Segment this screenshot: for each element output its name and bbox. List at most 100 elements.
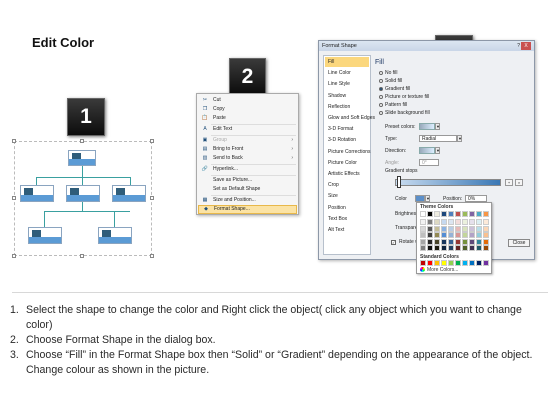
menu-item-group[interactable]: ▣ Group › bbox=[198, 136, 297, 145]
rotate-checkbox[interactable]: ✓ bbox=[391, 239, 396, 245]
resize-handle[interactable] bbox=[12, 254, 16, 258]
menu-item-size-and-position[interactable]: ▦ Size and Position... bbox=[198, 196, 297, 205]
color-swatch[interactable] bbox=[476, 245, 482, 251]
resize-handle[interactable] bbox=[150, 254, 154, 258]
color-swatch[interactable] bbox=[462, 225, 468, 232]
color-swatch[interactable] bbox=[469, 232, 475, 238]
color-swatch[interactable] bbox=[469, 219, 475, 225]
color-swatch[interactable] bbox=[427, 245, 433, 251]
menu-item-copy[interactable]: ❐ Copy bbox=[198, 105, 297, 114]
color-swatch[interactable] bbox=[476, 219, 482, 225]
nav-position[interactable]: Position bbox=[325, 203, 369, 213]
color-swatch[interactable] bbox=[462, 238, 468, 245]
color-swatch[interactable] bbox=[441, 211, 447, 217]
color-swatch[interactable] bbox=[455, 238, 461, 245]
color-swatch[interactable] bbox=[427, 232, 433, 238]
color-swatch[interactable] bbox=[420, 211, 426, 217]
org-box-right[interactable] bbox=[112, 185, 146, 202]
color-swatch[interactable] bbox=[420, 219, 426, 225]
org-box-middle[interactable] bbox=[66, 185, 100, 202]
radio-gradient-fill[interactable]: Gradient fill bbox=[379, 86, 410, 92]
chevron-down-icon[interactable]: ▼ bbox=[435, 147, 440, 154]
radio-dot[interactable] bbox=[379, 87, 383, 91]
menu-item-cut[interactable]: ✂ Cut bbox=[198, 96, 297, 105]
nav-crop[interactable]: Crop bbox=[325, 180, 369, 190]
color-swatch[interactable] bbox=[448, 245, 454, 251]
color-swatch[interactable] bbox=[455, 219, 461, 225]
color-swatch[interactable] bbox=[483, 245, 489, 251]
resize-handle[interactable] bbox=[12, 196, 16, 200]
color-swatch[interactable] bbox=[483, 232, 489, 238]
menu-item-bring-to-front[interactable]: ▤ Bring to Front › bbox=[198, 145, 297, 154]
color-swatch[interactable] bbox=[448, 211, 454, 217]
color-swatch[interactable] bbox=[427, 211, 433, 217]
radio-dot[interactable] bbox=[379, 95, 383, 99]
nav-3-d-format[interactable]: 3-D Format bbox=[325, 124, 369, 134]
menu-item-hyperlink[interactable]: 🔗 Hyperlink... bbox=[198, 165, 297, 174]
color-swatch[interactable] bbox=[441, 238, 447, 245]
color-swatch[interactable] bbox=[448, 232, 454, 238]
remove-stop-button[interactable]: × bbox=[515, 179, 523, 186]
color-swatch[interactable] bbox=[434, 232, 440, 238]
color-swatch[interactable] bbox=[441, 225, 447, 232]
color-swatch[interactable] bbox=[476, 260, 482, 266]
help-icon[interactable]: ? bbox=[517, 43, 520, 49]
nav-text-box[interactable]: Text Box bbox=[325, 214, 369, 224]
color-swatch[interactable] bbox=[441, 232, 447, 238]
close-button[interactable]: Close bbox=[508, 239, 530, 247]
gradient-stops-bar[interactable] bbox=[395, 179, 501, 186]
color-swatch[interactable] bbox=[441, 260, 447, 266]
color-swatch[interactable] bbox=[476, 211, 482, 217]
position-input[interactable]: 0% bbox=[465, 195, 487, 202]
close-icon[interactable]: X bbox=[521, 42, 531, 50]
color-swatch[interactable] bbox=[469, 245, 475, 251]
color-swatch[interactable] bbox=[448, 225, 454, 232]
color-swatch[interactable] bbox=[455, 232, 461, 238]
color-swatch[interactable] bbox=[455, 225, 461, 232]
resize-handle[interactable] bbox=[80, 139, 84, 143]
nav-picture-corrections[interactable]: Picture Corrections bbox=[325, 147, 371, 157]
menu-item-set-as-default-shape[interactable]: Set as Default Shape bbox=[198, 185, 297, 194]
color-swatch[interactable] bbox=[420, 260, 426, 266]
resize-handle[interactable] bbox=[12, 139, 16, 143]
color-swatch[interactable] bbox=[483, 211, 489, 217]
color-swatch[interactable] bbox=[441, 245, 447, 251]
nav-alt-text[interactable]: Alt Text bbox=[325, 225, 369, 235]
nav-glow-and-soft-edges[interactable]: Glow and Soft Edges bbox=[325, 113, 375, 123]
color-swatch[interactable] bbox=[483, 219, 489, 225]
color-swatch[interactable] bbox=[455, 211, 461, 217]
color-swatch[interactable] bbox=[434, 238, 440, 245]
radio-pattern-fill[interactable]: Pattern fill bbox=[379, 102, 407, 108]
menu-item-send-to-back[interactable]: ▥ Send to Back › bbox=[198, 154, 297, 163]
nav-artistic-effects[interactable]: Artistic Effects bbox=[325, 169, 369, 179]
color-swatch[interactable] bbox=[427, 225, 433, 232]
color-swatch[interactable] bbox=[427, 260, 433, 266]
color-swatch[interactable] bbox=[427, 219, 433, 225]
color-swatch[interactable] bbox=[420, 238, 426, 245]
color-picker-button[interactable] bbox=[415, 195, 425, 202]
color-swatch[interactable] bbox=[476, 232, 482, 238]
color-swatch[interactable] bbox=[455, 260, 461, 266]
color-swatch[interactable] bbox=[483, 238, 489, 245]
org-box-top[interactable] bbox=[68, 150, 96, 166]
color-swatch[interactable] bbox=[434, 245, 440, 251]
menu-item-format-shape[interactable]: ◆ Format Shape... bbox=[198, 205, 297, 214]
menu-item-save-as-picture[interactable]: Save as Picture... bbox=[198, 176, 297, 185]
org-box-bottom-right[interactable] bbox=[98, 227, 132, 244]
color-swatch[interactable] bbox=[455, 245, 461, 251]
direction-dropdown[interactable] bbox=[419, 147, 435, 154]
menu-item-paste[interactable]: 📋 Paste bbox=[198, 114, 297, 123]
color-swatch[interactable] bbox=[420, 225, 426, 232]
color-swatch[interactable] bbox=[434, 260, 440, 266]
color-swatch[interactable] bbox=[462, 211, 468, 217]
color-swatch[interactable] bbox=[462, 260, 468, 266]
radio-no-fill[interactable]: No fill bbox=[379, 70, 398, 76]
nav-picture-color[interactable]: Picture Color bbox=[325, 158, 369, 168]
org-chart[interactable] bbox=[18, 145, 148, 255]
nav-line-color[interactable]: Line Color bbox=[325, 68, 369, 78]
resize-handle[interactable] bbox=[150, 139, 154, 143]
org-box-bottom-left[interactable] bbox=[28, 227, 62, 244]
color-swatch[interactable] bbox=[483, 260, 489, 266]
color-swatch[interactable] bbox=[462, 232, 468, 238]
chevron-down-icon[interactable]: ▼ bbox=[457, 135, 462, 142]
